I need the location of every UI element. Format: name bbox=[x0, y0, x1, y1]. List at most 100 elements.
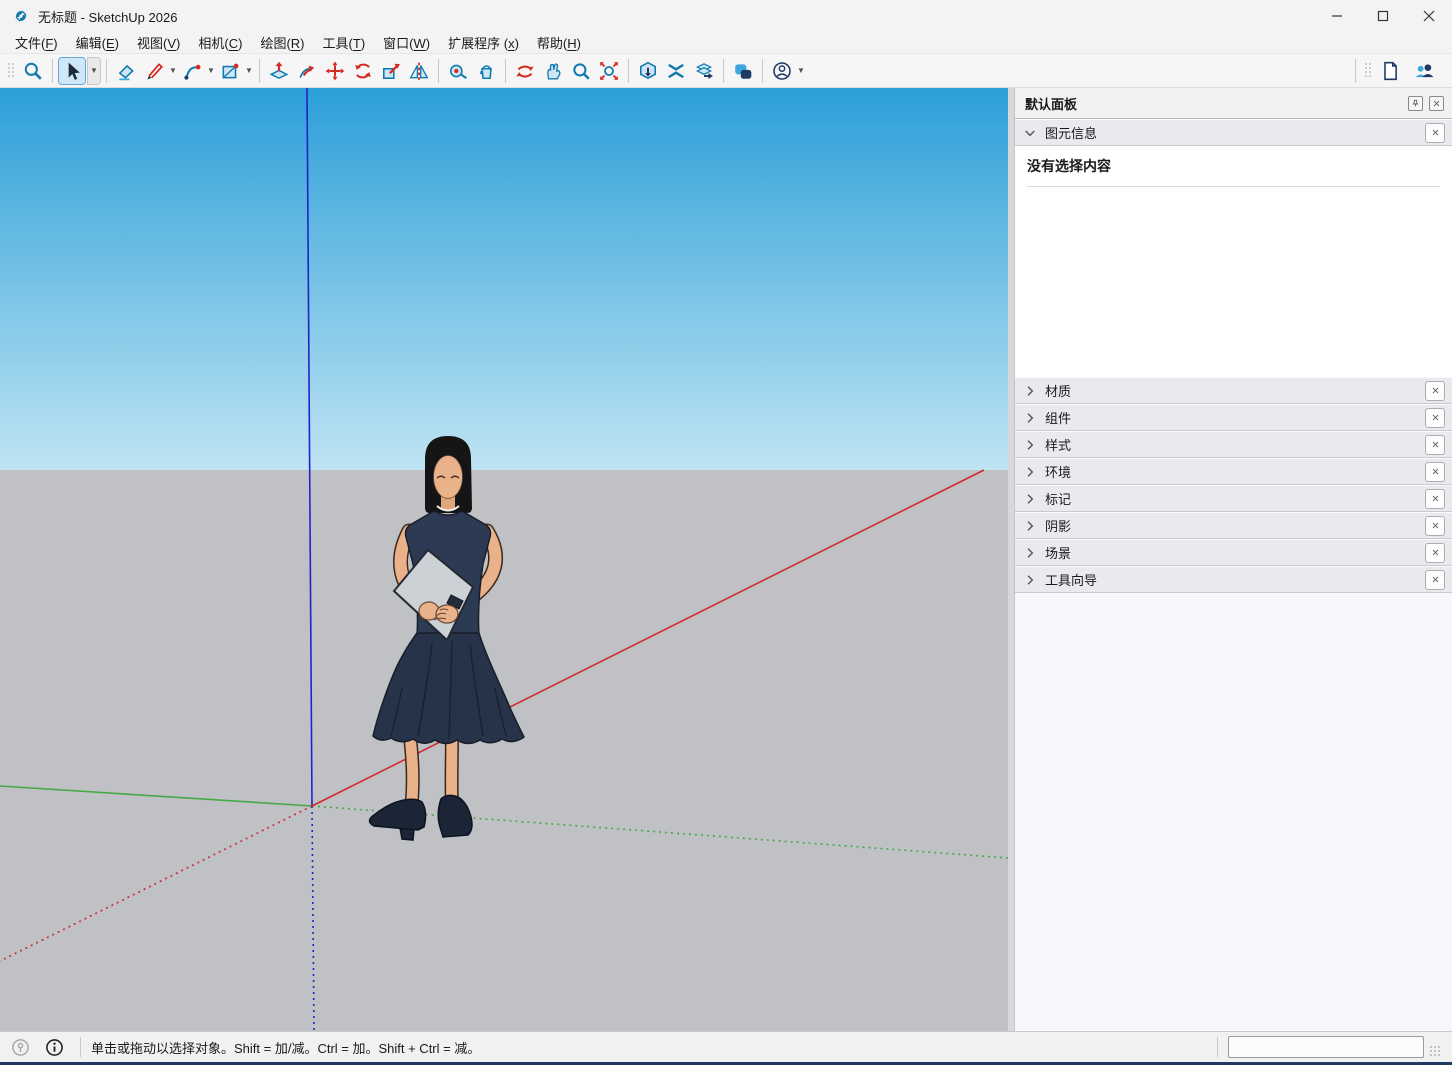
close-section-button[interactable] bbox=[1425, 462, 1445, 482]
flip-tool-button[interactable] bbox=[405, 57, 433, 85]
pan-tool-button[interactable] bbox=[539, 57, 567, 85]
feedback-tool-button[interactable] bbox=[729, 57, 757, 85]
close-section-button[interactable] bbox=[1425, 381, 1445, 401]
section-row-0[interactable]: 材质 bbox=[1015, 377, 1452, 404]
close-section-button[interactable] bbox=[1425, 516, 1445, 536]
search-tool-button[interactable] bbox=[19, 57, 47, 85]
section-row-2[interactable]: 样式 bbox=[1015, 431, 1452, 458]
line-tool-button[interactable] bbox=[140, 57, 168, 85]
shape-tool-button[interactable] bbox=[216, 57, 244, 85]
select-tool-button[interactable] bbox=[58, 57, 86, 85]
orbit-tool-button[interactable] bbox=[511, 57, 539, 85]
zoom-extents-tool-button[interactable] bbox=[595, 57, 623, 85]
eraser-tool-button[interactable] bbox=[112, 57, 140, 85]
zoom-tool-button[interactable] bbox=[567, 57, 595, 85]
menu-e[interactable]: 编辑(E) bbox=[67, 31, 128, 54]
follow-me-tool-button[interactable] bbox=[293, 57, 321, 85]
close-icon bbox=[1431, 413, 1440, 422]
push-pull-tool-button[interactable] bbox=[265, 57, 293, 85]
section-row-7[interactable]: 工具向导 bbox=[1015, 566, 1452, 593]
scale-tool-button[interactable] bbox=[377, 57, 405, 85]
select-dropdown-button[interactable]: ▼ bbox=[87, 57, 101, 85]
measurement-input[interactable] bbox=[1228, 1036, 1424, 1058]
geolocation-button[interactable] bbox=[10, 1037, 30, 1057]
account-dropdown-button[interactable]: ▼ bbox=[796, 57, 806, 85]
collaboration-button[interactable] bbox=[1410, 57, 1438, 85]
toolbar: ▼ ▼ ▼ ▼ ▼ bbox=[0, 54, 1452, 88]
chevron-right-icon bbox=[1023, 519, 1037, 533]
menu-c[interactable]: 相机(C) bbox=[189, 31, 251, 54]
scale-icon bbox=[381, 61, 401, 81]
chevron-right-icon bbox=[1023, 465, 1037, 479]
menu-h[interactable]: 帮助(H) bbox=[528, 31, 590, 54]
close-section-button[interactable] bbox=[1425, 543, 1445, 563]
toolbar-drag-handle[interactable] bbox=[8, 63, 15, 78]
titlebar: 无标题 - SketchUp 2026 bbox=[0, 0, 1452, 32]
menu-x[interactable]: 扩展程序 (x) bbox=[439, 31, 528, 54]
move-icon bbox=[325, 61, 345, 81]
statusbar: 单击或拖动以选择对象。Shift = 加/减。Ctrl = 加。Shift + … bbox=[0, 1031, 1452, 1062]
cursor-icon bbox=[62, 61, 82, 81]
section-row-1[interactable]: 组件 bbox=[1015, 404, 1452, 431]
section-entity-info[interactable]: 图元信息 bbox=[1015, 119, 1452, 146]
arc-dropdown-button[interactable]: ▼ bbox=[206, 57, 216, 85]
toolbar-right-drag-handle[interactable] bbox=[1365, 63, 1372, 78]
paint-bucket-tool-button[interactable] bbox=[472, 57, 500, 85]
tray-pin-button[interactable] bbox=[1408, 96, 1423, 111]
close-section-button[interactable] bbox=[1425, 570, 1445, 590]
close-icon bbox=[1431, 128, 1440, 137]
section-row-5[interactable]: 阴影 bbox=[1015, 512, 1452, 539]
close-section-button[interactable] bbox=[1425, 435, 1445, 455]
tray-close-button[interactable] bbox=[1429, 96, 1444, 111]
eraser-icon bbox=[116, 61, 136, 81]
credits-info-button[interactable] bbox=[44, 1037, 64, 1057]
close-button[interactable] bbox=[1406, 0, 1452, 32]
close-section-button[interactable] bbox=[1425, 489, 1445, 509]
close-icon bbox=[1431, 521, 1440, 530]
pan-icon bbox=[543, 61, 563, 81]
rotate-tool-button[interactable] bbox=[349, 57, 377, 85]
account-tool-button[interactable] bbox=[768, 57, 796, 85]
default-tray-panel: 默认面板 图元信息 没有选择内容 材质组件样式环境标记阴影场景工具向导 bbox=[1014, 88, 1452, 1031]
menu-w[interactable]: 窗口(W) bbox=[374, 31, 439, 54]
close-section-button[interactable] bbox=[1425, 408, 1445, 428]
extension-icon bbox=[666, 61, 686, 81]
chevron-right-icon bbox=[1023, 411, 1037, 425]
chat-icon bbox=[733, 61, 753, 81]
maximize-button[interactable] bbox=[1360, 0, 1406, 32]
close-icon bbox=[1431, 548, 1440, 557]
window-resize-grip[interactable] bbox=[1430, 1046, 1446, 1062]
menu-t[interactable]: 工具(T) bbox=[314, 31, 375, 54]
minimize-button[interactable] bbox=[1314, 0, 1360, 32]
section-label: 样式 bbox=[1045, 435, 1425, 454]
pin-icon bbox=[1411, 99, 1420, 108]
section-row-3[interactable]: 环境 bbox=[1015, 458, 1452, 485]
send-to-layout-tool-button[interactable] bbox=[690, 57, 718, 85]
section-label: 阴影 bbox=[1045, 516, 1425, 535]
rect-icon bbox=[220, 61, 240, 81]
3d-warehouse-tool-button[interactable] bbox=[634, 57, 662, 85]
tray-empty-area bbox=[1015, 593, 1452, 1031]
sky bbox=[0, 88, 1008, 470]
extension-warehouse-tool-button[interactable] bbox=[662, 57, 690, 85]
flip-icon bbox=[409, 61, 429, 81]
section-label: 图元信息 bbox=[1045, 123, 1425, 142]
line-dropdown-button[interactable]: ▼ bbox=[168, 57, 178, 85]
modeling-viewport[interactable] bbox=[0, 88, 1008, 1031]
tape-measure-tool-button[interactable] bbox=[444, 57, 472, 85]
menu-r[interactable]: 绘图(R) bbox=[251, 31, 313, 54]
window-title: 无标题 - SketchUp 2026 bbox=[38, 7, 177, 26]
arc-tool-button[interactable] bbox=[178, 57, 206, 85]
menu-v[interactable]: 视图(V) bbox=[128, 31, 189, 54]
close-section-button[interactable] bbox=[1425, 123, 1445, 143]
section-row-4[interactable]: 标记 bbox=[1015, 485, 1452, 512]
menubar: 文件(F)编辑(E)视图(V)相机(C)绘图(R)工具(T)窗口(W)扩展程序 … bbox=[0, 32, 1452, 54]
doc-icon bbox=[1380, 61, 1400, 81]
move-tool-button[interactable] bbox=[321, 57, 349, 85]
section-row-6[interactable]: 场景 bbox=[1015, 539, 1452, 566]
shape-dropdown-button[interactable]: ▼ bbox=[244, 57, 254, 85]
close-icon bbox=[1431, 467, 1440, 476]
new-document-button[interactable] bbox=[1376, 57, 1404, 85]
section-label: 材质 bbox=[1045, 381, 1425, 400]
menu-f[interactable]: 文件(F) bbox=[6, 31, 67, 54]
